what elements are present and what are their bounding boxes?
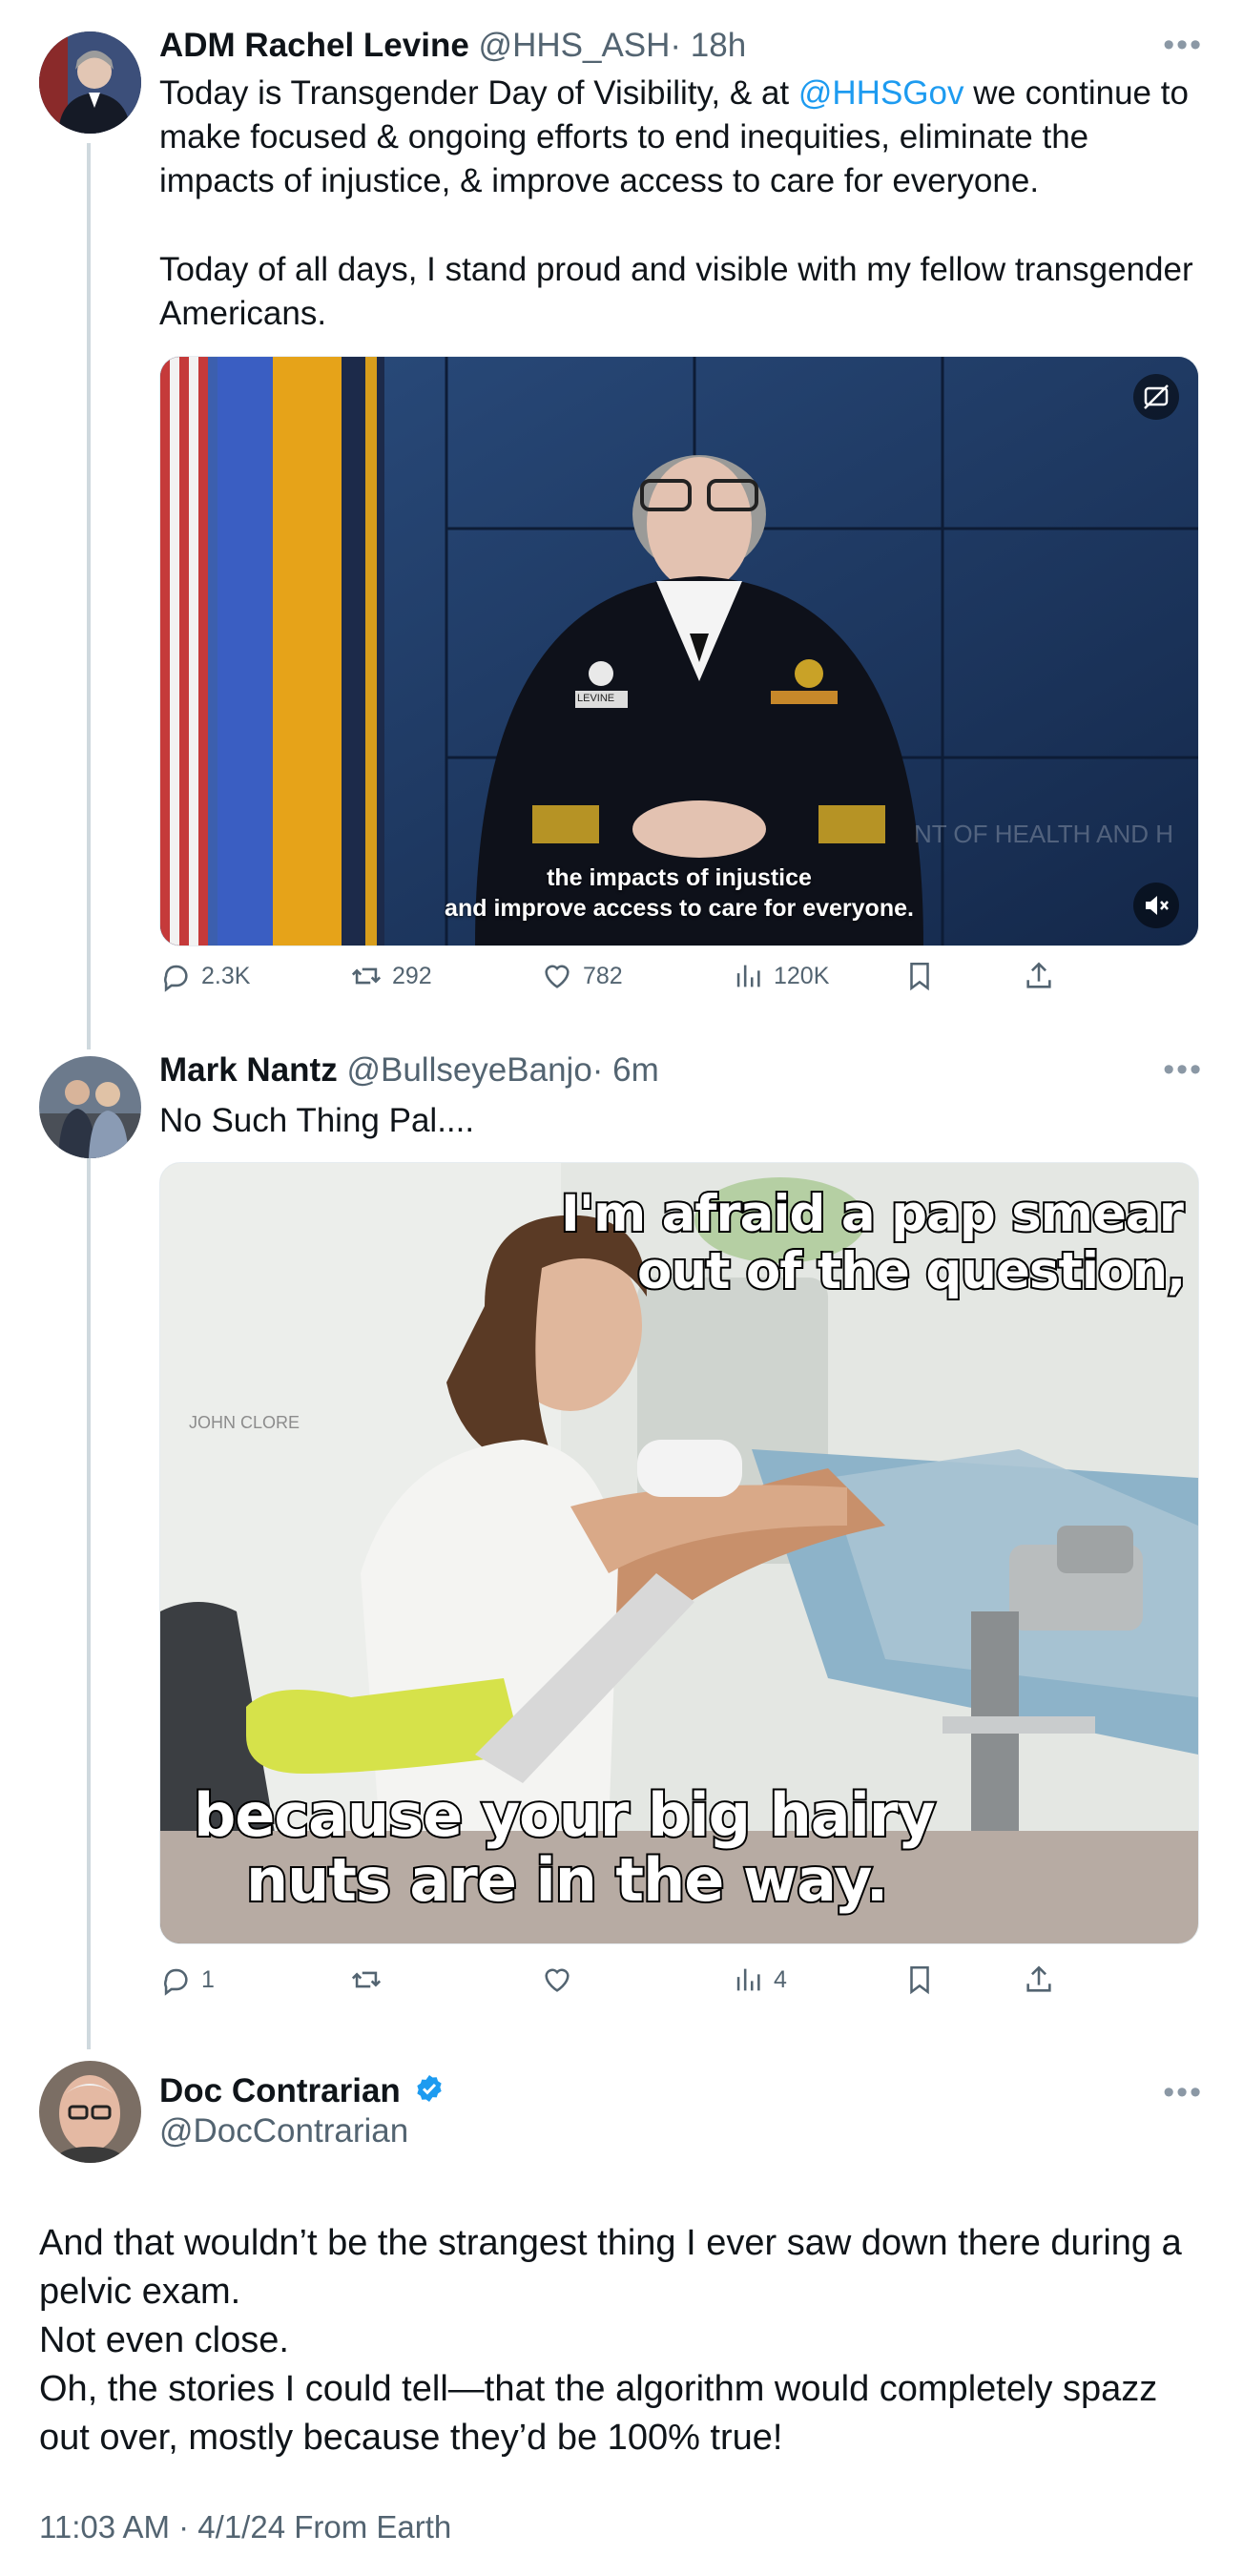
reply-count: 1 (201, 1965, 215, 1993)
name-tag: LEVINE (577, 693, 615, 704)
tweet-time[interactable]: · 18h (670, 27, 746, 64)
reply-count: 2.3K (201, 962, 251, 989)
views-icon (736, 1968, 760, 1991)
reply-button[interactable]: 1 (159, 1963, 215, 1996)
avatar[interactable] (39, 1056, 141, 1158)
post-text-line: And that wouldn’t be the strangest thing… (39, 2223, 1182, 2312)
mute-icon[interactable] (1133, 883, 1179, 928)
thread-line (87, 1157, 91, 2049)
tweet-actions: 1 4 (159, 1963, 1113, 2011)
bookmark-button[interactable] (903, 1963, 936, 1996)
share-button[interactable] (1023, 960, 1055, 992)
backdrop-text: NT OF HEALTH AND H (914, 820, 1174, 848)
view-count: 4 (774, 1965, 787, 1993)
user-handle[interactable]: @HHS_ASH (479, 27, 671, 64)
repost-button[interactable]: 292 (350, 960, 432, 992)
share-button[interactable] (1023, 1963, 1055, 1996)
captions-toggle-icon[interactable] (1133, 374, 1179, 420)
more-options-icon[interactable]: ••• (1163, 27, 1203, 64)
like-button[interactable]: 782 (541, 960, 623, 992)
repost-button[interactable] (350, 1963, 392, 1996)
verified-badge-icon (414, 2072, 445, 2114)
reply-icon (164, 1968, 188, 1996)
meme-caption-top: out of the question, (635, 1241, 1188, 1302)
user-handle[interactable]: @BullseyeBanjo (346, 1051, 591, 1089)
share-icon (1026, 962, 1051, 988)
tweet-header: ADM Rachel Levine @HHS_ASH· 18h (159, 25, 746, 67)
share-icon (1026, 1965, 1051, 1992)
tweet-header: Mark Nantz @BullseyeBanjo· 6m (159, 1049, 659, 1091)
meme-caption-bottom: because your big hairy (192, 1780, 938, 1850)
video-caption: the impacts of injustice (547, 864, 812, 891)
meme-caption-bottom: nuts are in the way. (244, 1845, 890, 1915)
reply-icon (164, 965, 188, 992)
mention-link[interactable]: @HHSGov (798, 74, 964, 112)
like-button[interactable] (541, 1963, 583, 1996)
more-options-icon[interactable]: ••• (1163, 1051, 1203, 1089)
heart-icon (545, 1968, 570, 1992)
repost-count: 292 (392, 962, 432, 989)
display-name[interactable]: Doc Contrarian (159, 2072, 401, 2109)
view-count: 120K (774, 962, 830, 989)
video-caption: and improve access to care for everyone. (445, 895, 914, 922)
display-name[interactable]: Mark Nantz (159, 1051, 338, 1089)
views-button[interactable]: 120K (732, 960, 829, 992)
meme-caption-top: I'm afraid a pap smear is (559, 1184, 1199, 1245)
author-name-row: Doc Contrarian (159, 2070, 445, 2114)
repost-icon (351, 967, 382, 985)
views-button[interactable]: 4 (732, 1963, 787, 1996)
tweet-text: No Such Thing Pal.... (159, 1102, 475, 1139)
heart-icon (545, 965, 570, 988)
tweet-text-paragraph: Today of all days, I stand proud and vis… (159, 251, 1193, 332)
more-options-icon[interactable]: ••• (1163, 2074, 1203, 2111)
post-text-line: Not even close. (39, 2320, 289, 2360)
display-name[interactable]: ADM Rachel Levine (159, 27, 469, 64)
user-handle[interactable]: @DocContrarian (159, 2110, 408, 2152)
tweet-text: Today is Transgender Day of Visibility, … (159, 74, 1189, 199)
bookmark-icon (910, 1965, 929, 1995)
video-player[interactable]: NT OF HEALTH AND H LEVINE the impacts of… (159, 356, 1199, 946)
tweet-actions: 2.3K 292 782 120K (159, 960, 1113, 1008)
bookmark-icon (910, 962, 929, 991)
like-count: 782 (583, 962, 623, 989)
post-timestamp[interactable]: 11:03 AM · 4/1/24 From Earth (39, 2509, 451, 2545)
reply-button[interactable]: 2.3K (159, 960, 250, 992)
post-text-line: Oh, the stories I could tell—that the al… (39, 2369, 1158, 2458)
tweet-time[interactable]: · 6m (592, 1051, 659, 1089)
views-icon (736, 965, 760, 987)
tweet-image[interactable]: JOHN CLORE I'm afraid a pap smear is out… (159, 1162, 1199, 1944)
image-watermark: JOHN CLORE (189, 1413, 300, 1432)
repost-icon (351, 1971, 382, 1988)
thread-line (87, 143, 91, 1049)
avatar[interactable] (39, 2061, 141, 2163)
bookmark-button[interactable] (903, 960, 936, 992)
post-text: And that wouldn’t be the strangest thing… (39, 2219, 1212, 2462)
avatar[interactable] (39, 31, 141, 134)
